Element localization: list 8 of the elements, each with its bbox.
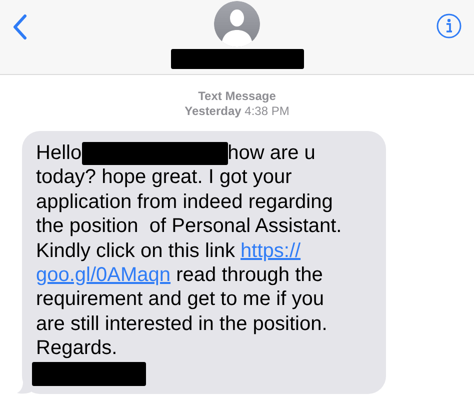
message-text: Hello how are u today? hope great. I got your application from indeed regarding the position of Personal Assistant. Kindly click on this link https:// goo.gl/0AMaqn read through the requirement and get to me if you are still interested in the position. Regards. (36, 141, 343, 361)
avatar-icon[interactable] (214, 1, 260, 47)
message-type-label: Text Message (198, 89, 276, 104)
message-link[interactable]: https:// (240, 240, 301, 262)
info-icon[interactable] (436, 13, 462, 39)
timestamp: Yesterday 4:38 PM (184, 104, 290, 119)
back-icon[interactable] (12, 14, 28, 40)
message-link[interactable]: goo.gl/0AMaqn (36, 264, 171, 286)
